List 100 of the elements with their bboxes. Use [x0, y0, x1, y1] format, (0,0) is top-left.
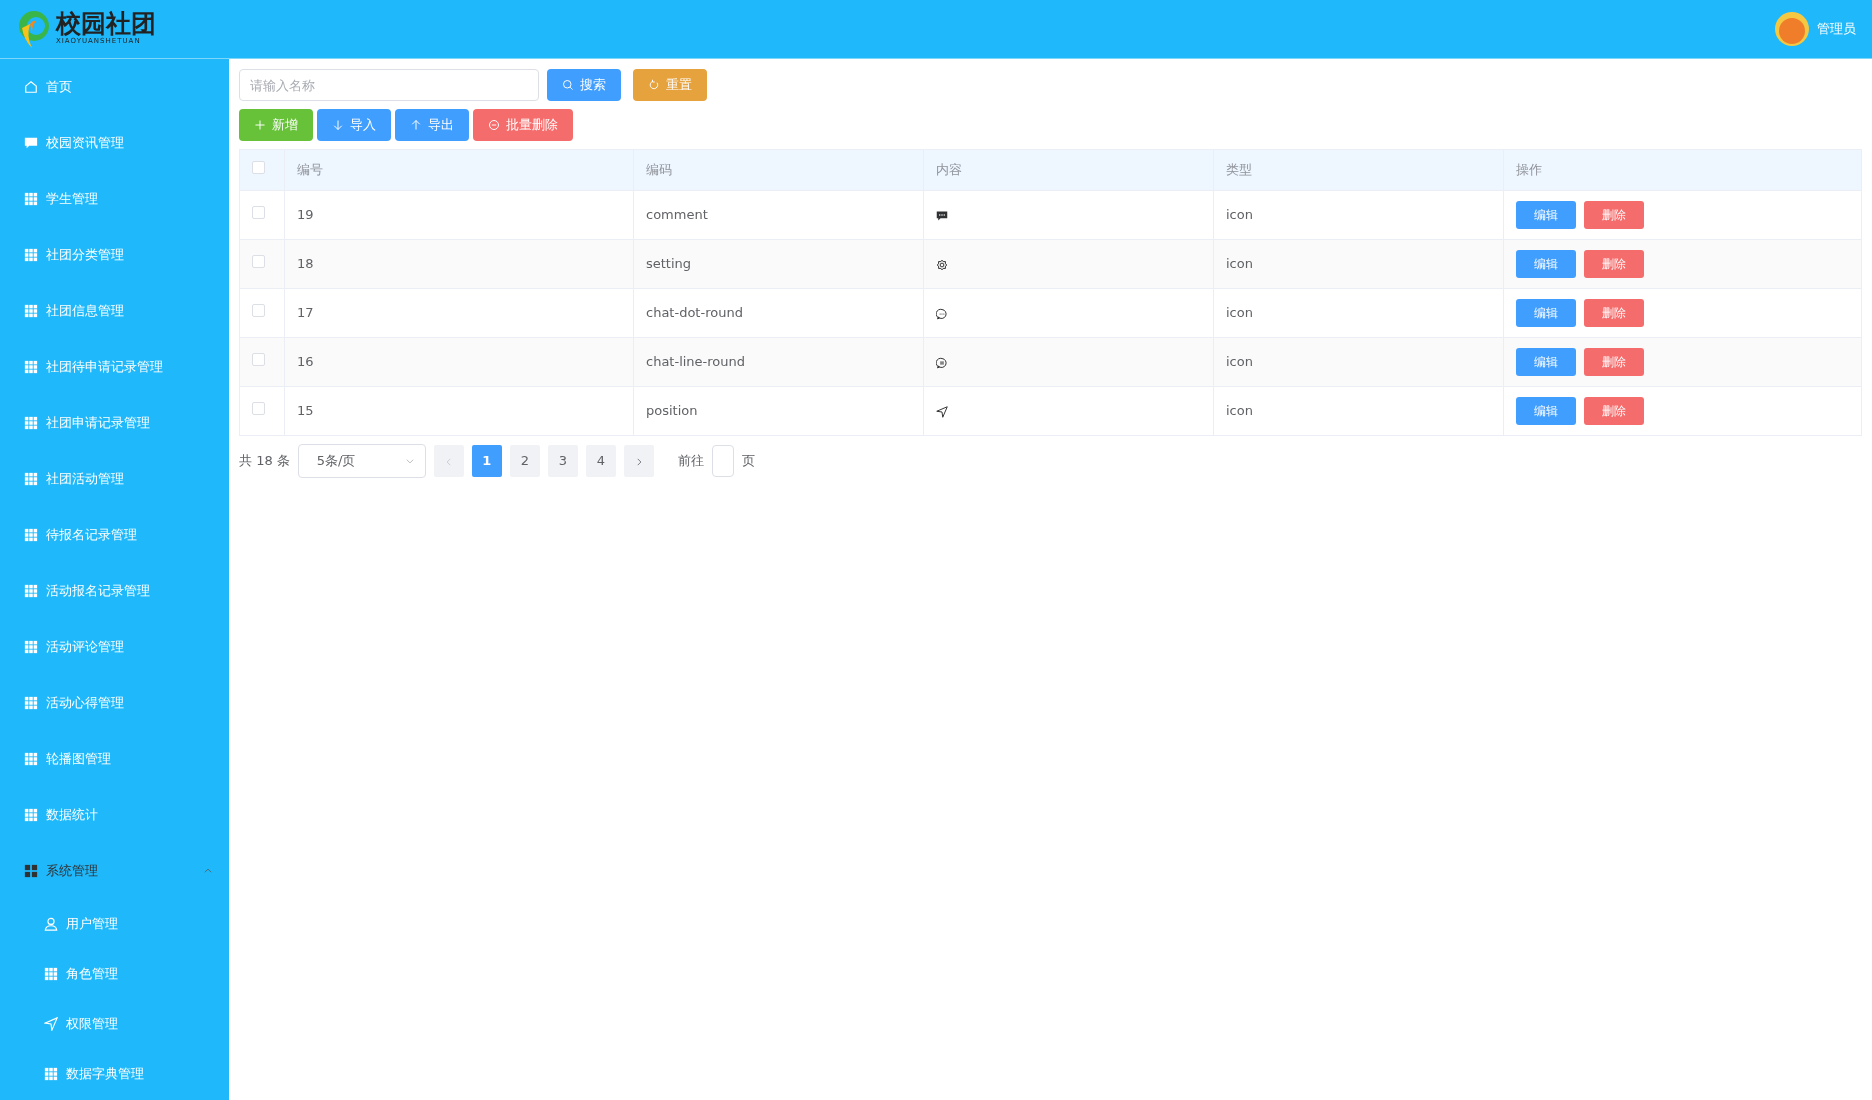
delete-button[interactable]: 删除: [1584, 250, 1644, 278]
chat-bubble-icon: [936, 356, 948, 369]
chat-icon: [24, 136, 38, 150]
delete-button[interactable]: 删除: [1584, 397, 1644, 425]
home-icon: [24, 80, 38, 94]
goto-label: 前往: [677, 452, 704, 471]
reset-icon: [648, 79, 660, 91]
grid-icon: [24, 640, 38, 654]
menu-item[interactable]: 首页: [0, 59, 229, 115]
search-icon: [562, 79, 574, 91]
page-button[interactable]: 3: [547, 445, 578, 477]
search-button[interactable]: 搜索: [547, 69, 621, 101]
search-field[interactable]: 请输入名称: [239, 69, 539, 101]
page-button[interactable]: 2: [509, 445, 540, 477]
grid-icon: [24, 192, 38, 206]
checkbox[interactable]: [252, 161, 265, 175]
menu-item[interactable]: 数据统计: [0, 787, 229, 843]
table-cell: icon: [1226, 403, 1253, 419]
page-number-field[interactable]: [711, 445, 734, 477]
add-button[interactable]: 新增: [239, 109, 313, 141]
checkbox[interactable]: [252, 304, 265, 318]
submenu-item[interactable]: 用户管理: [0, 899, 229, 949]
chevron-up-icon: [203, 866, 213, 876]
grid-icon: [44, 967, 58, 981]
edit-button[interactable]: 编辑: [1516, 348, 1576, 376]
delete-button[interactable]: 删除: [1584, 299, 1644, 327]
checkbox[interactable]: [252, 402, 265, 416]
grid-icon: [24, 304, 38, 318]
table-cell: 16: [297, 354, 314, 370]
column-header: 编号: [297, 162, 323, 178]
table-cell: icon: [1226, 354, 1253, 370]
menu-item[interactable]: 活动报名记录管理: [0, 563, 229, 619]
grid-icon: [24, 752, 38, 766]
checkbox[interactable]: [252, 353, 265, 367]
submenu-item[interactable]: 角色管理: [0, 949, 229, 999]
send-icon: [44, 1017, 58, 1031]
minus-circle-icon: [488, 119, 500, 131]
down-arrow-icon: [332, 119, 344, 131]
table-cell: 19: [297, 207, 314, 223]
table-cell: 15: [297, 403, 314, 419]
delete-button[interactable]: 删除: [1584, 201, 1644, 229]
menu-group[interactable]: 系统管理: [0, 843, 229, 899]
grid-icon: [24, 584, 38, 598]
grid-icon: [24, 360, 38, 374]
submenu-item[interactable]: 数据字典管理: [0, 1049, 229, 1099]
delete-button[interactable]: 批量删除: [473, 109, 573, 141]
avatar-icon[interactable]: [1775, 12, 1809, 46]
menu-item[interactable]: 学生管理: [0, 171, 229, 227]
chat-icon: [936, 209, 948, 222]
grid-icon: [24, 416, 38, 430]
menu-item[interactable]: 待报名记录管理: [0, 507, 229, 563]
menu-item[interactable]: 社团申请记录管理: [0, 395, 229, 451]
grid-icon: [24, 808, 38, 822]
column-header: 类型: [1226, 162, 1252, 178]
table-cell: chat-dot-round: [646, 305, 743, 321]
grid-icon: [24, 696, 38, 710]
table-cell: setting: [646, 256, 692, 272]
page-button[interactable]: 1: [471, 445, 502, 477]
table-cell: icon: [1226, 305, 1253, 321]
settings-icon: [936, 258, 948, 271]
page-size-select[interactable]: 5条/页: [297, 444, 426, 478]
grid-icon: [24, 864, 38, 878]
menu-item[interactable]: 活动评论管理: [0, 619, 229, 675]
delete-button[interactable]: 删除: [1584, 348, 1644, 376]
edit-button[interactable]: 编辑: [1516, 397, 1576, 425]
page-button[interactable]: 4: [585, 445, 616, 477]
edit-button[interactable]: 编辑: [1516, 299, 1576, 327]
total-count: 共 18 条: [239, 452, 290, 471]
chat-bubble-icon: [936, 307, 948, 320]
column-header: 内容: [936, 162, 962, 178]
up-arrow-icon: [410, 119, 422, 131]
import-button[interactable]: 导入: [317, 109, 391, 141]
table-cell: chat-line-round: [646, 354, 746, 370]
menu-item[interactable]: 轮播图管理: [0, 731, 229, 787]
checkbox[interactable]: [252, 255, 265, 269]
export-button[interactable]: 导出: [395, 109, 469, 141]
user-name[interactable]: 管理员: [1817, 19, 1856, 39]
menu-item[interactable]: 社团活动管理: [0, 451, 229, 507]
table-cell: icon: [1226, 256, 1253, 272]
menu-item[interactable]: 社团信息管理: [0, 283, 229, 339]
reset-button[interactable]: 重置: [633, 69, 707, 101]
submenu-item[interactable]: 权限管理: [0, 999, 229, 1049]
menu-item[interactable]: 活动心得管理: [0, 675, 229, 731]
previous-page-button[interactable]: [433, 445, 464, 477]
menu-item[interactable]: 校园资讯管理: [0, 115, 229, 171]
column-header: 操作: [1516, 162, 1542, 178]
edit-button[interactable]: 编辑: [1516, 201, 1576, 229]
grid-icon: [24, 472, 38, 486]
grid-icon: [24, 528, 38, 542]
table-cell: comment: [646, 207, 708, 223]
plus-icon: [254, 119, 266, 131]
grid-icon: [24, 248, 38, 262]
send-icon: [936, 405, 948, 418]
table-cell: icon: [1226, 207, 1253, 223]
menu-item[interactable]: 社团待申请记录管理: [0, 339, 229, 395]
next-page-button[interactable]: [623, 445, 654, 477]
user-icon: [44, 917, 58, 931]
menu-item[interactable]: 社团分类管理: [0, 227, 229, 283]
checkbox[interactable]: [252, 206, 265, 220]
edit-button[interactable]: 编辑: [1516, 250, 1576, 278]
